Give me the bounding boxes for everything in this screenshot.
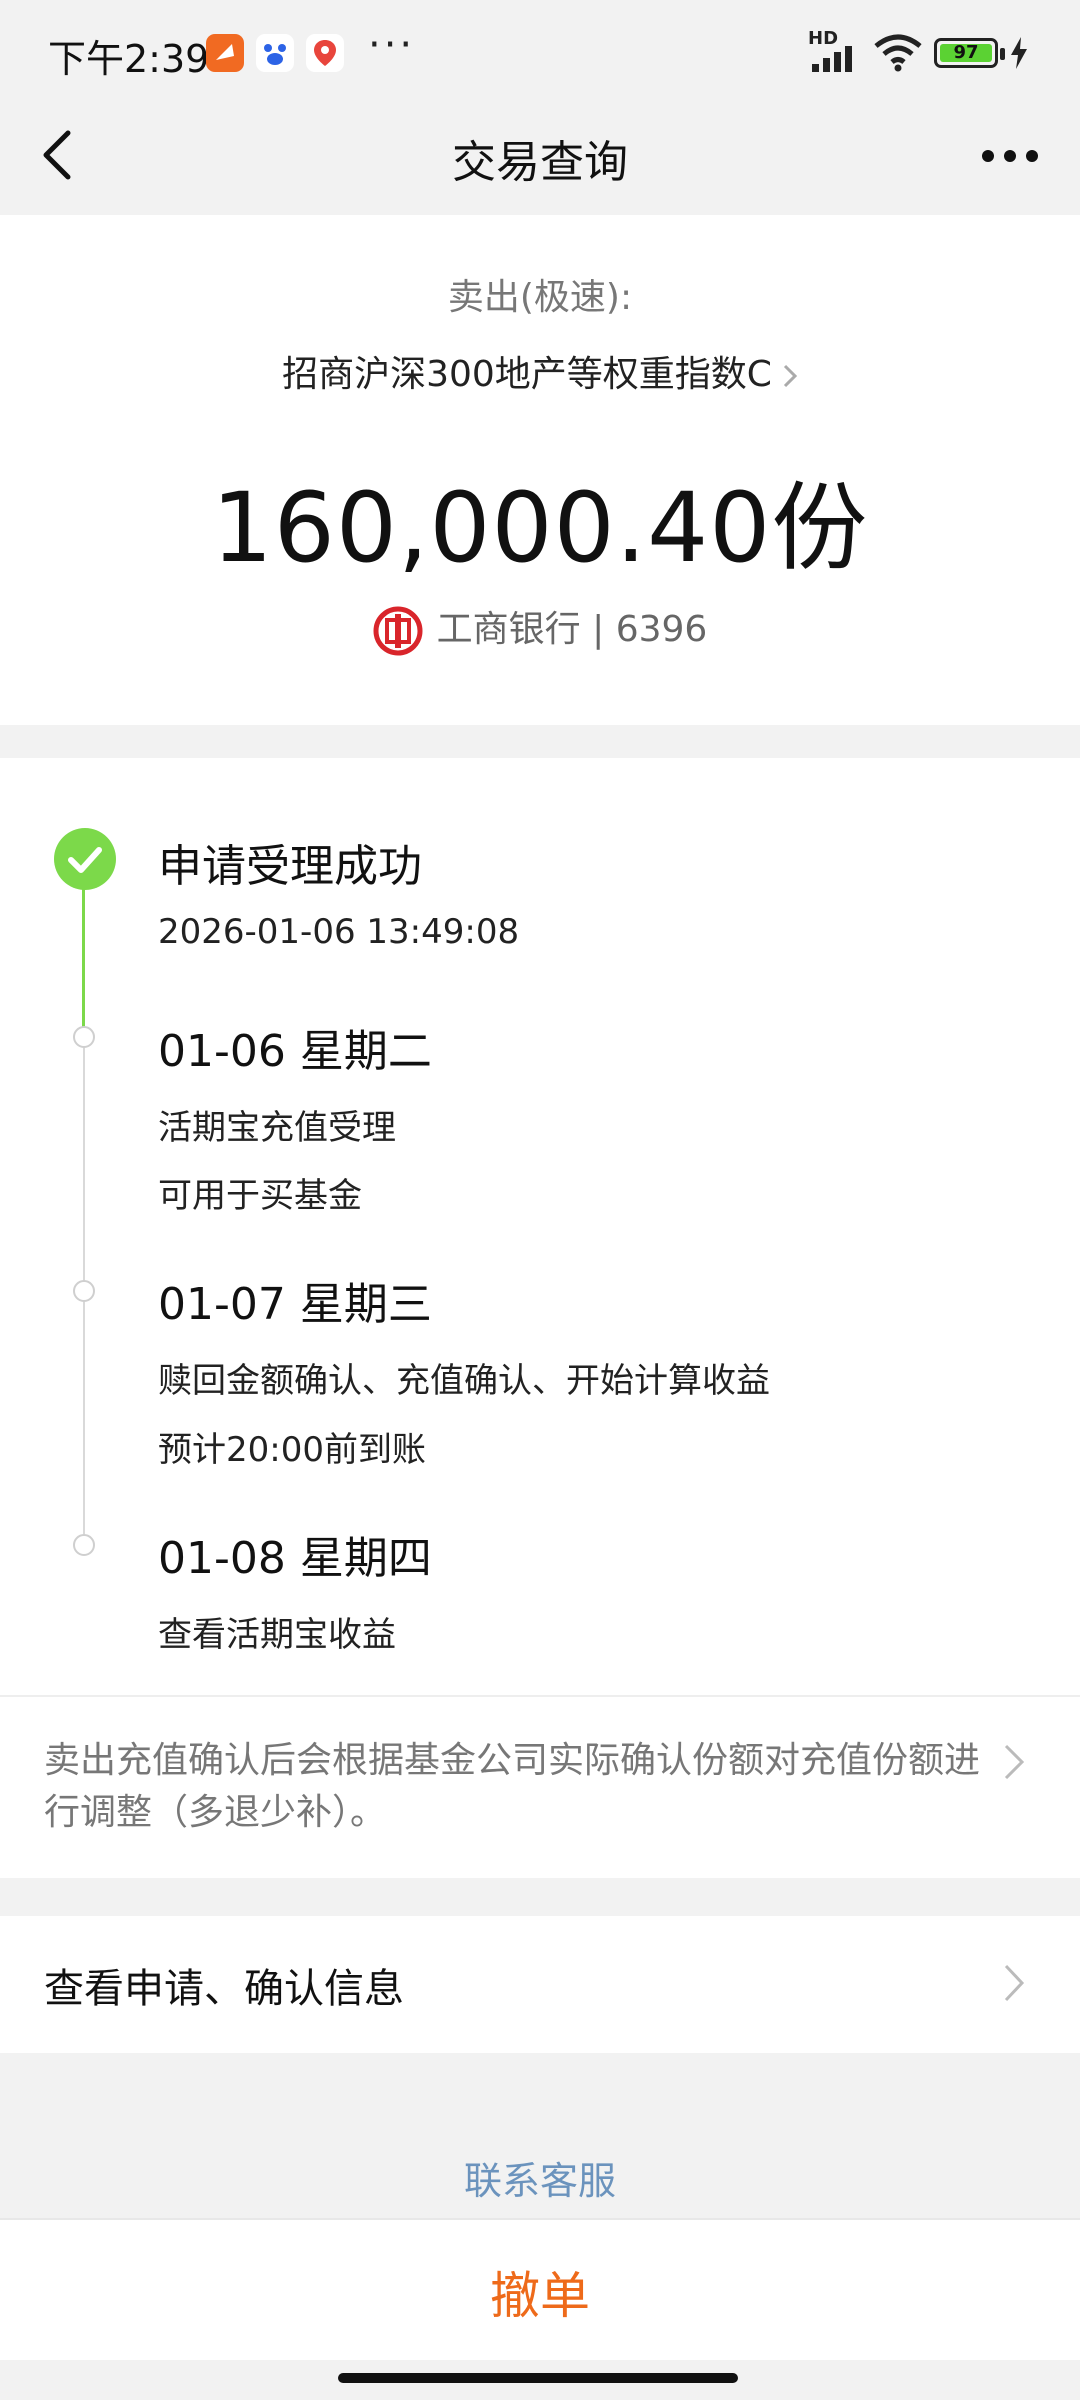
- timeline-step-line: 赎回金额确认、充值确认、开始计算收益: [158, 1361, 770, 1401]
- timeline-step-title: 01-08 星期四: [158, 1533, 432, 1584]
- adjustment-note[interactable]: 卖出充值确认后会根据基金公司实际确认份额对充值份额进行调整（多退少补）。: [44, 1735, 994, 1839]
- contact-support-link[interactable]: 联系客服: [0, 2150, 1080, 2205]
- app-notification-icon: [206, 34, 244, 72]
- timeline-dot: [73, 1280, 95, 1302]
- timeline-step-line: 2026-01-06 13:49:08: [158, 912, 520, 952]
- charging-icon: [1011, 37, 1027, 69]
- battery-cap: [1000, 48, 1005, 60]
- status-time: 下午2:39: [48, 37, 210, 81]
- home-indicator[interactable]: [338, 2373, 738, 2383]
- bank-name: 工商银行 | 6396: [436, 609, 708, 650]
- timeline-step-line: 活期宝充值受理: [158, 1108, 396, 1148]
- sell-type-label: 卖出(极速):: [447, 277, 633, 318]
- chevron-right-icon: [783, 364, 798, 388]
- baidu-paw-icon: [256, 34, 294, 72]
- bank-account: 工商银行 | 6396: [0, 600, 1080, 656]
- timeline-step-title: 01-06 星期二: [158, 1026, 432, 1077]
- timeline-step-title: 01-07 星期三: [158, 1279, 432, 1330]
- timeline-dot: [73, 1534, 95, 1556]
- timeline-dot: [73, 1026, 95, 1048]
- wifi-icon: [874, 34, 922, 72]
- view-info-label[interactable]: 查看申请、确认信息: [44, 1956, 404, 2014]
- check-circle-icon: [54, 828, 116, 890]
- map-pin-icon: [306, 34, 344, 72]
- battery-icon: 97: [934, 38, 998, 68]
- timeline-step-line: 查看活期宝收益: [158, 1615, 396, 1655]
- cancel-order-button[interactable]: 撤单: [0, 2256, 1080, 2328]
- signal-icon: [812, 46, 852, 72]
- chevron-right-icon[interactable]: [1002, 1962, 1026, 2004]
- timeline-step-title: 申请受理成功: [158, 841, 422, 892]
- fund-name-link[interactable]: 招商沪深300地产等权重指数C: [0, 345, 1080, 397]
- more-menu-icon[interactable]: [980, 148, 1040, 164]
- timeline-line-done: [82, 886, 85, 1036]
- more-notifications-icon: ···: [368, 22, 416, 68]
- timeline-step-line: 可用于买基金: [158, 1176, 362, 1216]
- timeline-step-line: 预计20:00前到账: [158, 1430, 426, 1470]
- fund-name: 招商沪深300地产等权重指数C: [282, 354, 772, 395]
- icbc-logo-icon: [373, 606, 423, 656]
- chevron-right-icon[interactable]: [1002, 1742, 1026, 1782]
- battery-percent: 97: [953, 42, 979, 63]
- trade-amount: 160,000.40份: [211, 472, 869, 584]
- page-title: 交易查询: [452, 137, 628, 188]
- divider: [0, 1695, 1080, 1697]
